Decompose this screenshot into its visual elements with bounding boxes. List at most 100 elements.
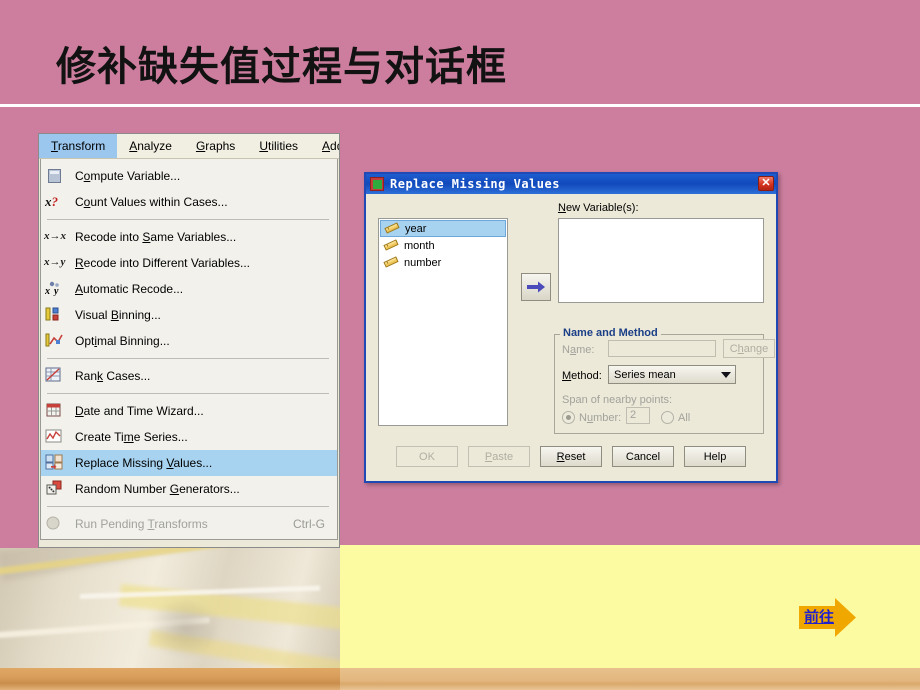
spss-app-icon <box>370 177 384 191</box>
new-variables-list[interactable] <box>558 218 764 303</box>
new-variables-label: New Variable(s): <box>558 202 639 214</box>
help-button[interactable]: Help <box>684 446 746 467</box>
method-dropdown[interactable]: Series mean <box>608 365 736 384</box>
paper-stack-photo <box>0 548 340 690</box>
replace-missing-values-icon <box>45 454 67 472</box>
span-number-input: 2 <box>626 407 650 424</box>
menubar-utilities-label: tilities <box>267 139 298 153</box>
menu-item-date-time-wizard[interactable]: Date and Time Wizard... <box>41 398 337 424</box>
list-item[interactable]: number <box>380 254 506 271</box>
menu-item-label: Recode into Different Variables... <box>75 256 250 270</box>
reset-label-rest: eset <box>564 450 586 463</box>
replace-missing-values-dialog: Replace Missing Values ✕ year month numb… <box>364 172 778 483</box>
name-label: Name: <box>562 344 595 356</box>
menu-item-recode-different-variables[interactable]: x→y Recode into Different Variables... <box>41 250 337 276</box>
menu-item-random-number-generators[interactable]: Random Number Generators... <box>41 476 337 502</box>
list-item[interactable]: year <box>380 220 506 237</box>
variable-name: month <box>404 239 435 252</box>
menu-item-shortcut: Ctrl-G <box>293 517 325 531</box>
method-label: Method: <box>562 370 602 382</box>
photo-shadow <box>150 598 220 658</box>
photo-wood-band <box>0 668 340 690</box>
variable-name: number <box>404 256 442 269</box>
menu-item-automatic-recode[interactable]: x y Automatic Recode... <box>41 276 337 302</box>
ok-button: OK <box>396 446 458 467</box>
page-title: 修补缺失值过程与对话框 <box>56 43 507 90</box>
menu-separator <box>47 393 329 394</box>
right-arrow-icon <box>527 281 545 293</box>
scale-variable-icon <box>384 221 400 235</box>
menubar-item-utilities[interactable]: Utilities <box>247 134 310 158</box>
dialog-body: year month number New Variable(s): Name … <box>366 194 776 481</box>
recode-same-icon: x→x <box>44 230 66 242</box>
menu-item-label: Recode into Same Variables... <box>75 230 237 244</box>
menu-item-label: Compute Variable... <box>75 169 181 183</box>
calculator-icon <box>45 167 67 185</box>
date-time-wizard-icon <box>45 402 67 420</box>
radio-all: All <box>661 411 690 424</box>
scale-variable-icon <box>383 255 399 269</box>
menu-item-visual-binning[interactable]: Visual Binning... <box>41 302 337 328</box>
count-values-icon: x? <box>45 194 58 209</box>
goto-link[interactable]: 前往 <box>799 598 857 638</box>
menu-separator <box>47 219 329 220</box>
menubar-item-transform[interactable]: Transform <box>39 134 118 158</box>
cancel-button[interactable]: Cancel <box>612 446 674 467</box>
dialog-title: Replace Missing Values <box>390 177 560 191</box>
paste-label-rest: aste <box>492 450 514 463</box>
goto-label: 前往 <box>804 608 835 626</box>
menu-item-label: Random Number Generators... <box>75 482 240 496</box>
recode-different-icon: x→y <box>44 256 66 268</box>
menu-item-label: Count Values within Cases... <box>75 195 228 209</box>
menu-item-optimal-binning[interactable]: Optimal Binning... <box>41 328 337 354</box>
variable-name: year <box>405 222 427 235</box>
svg-text:y: y <box>53 286 59 296</box>
create-time-series-icon <box>45 428 67 446</box>
menubar-item-analyze[interactable]: Analyze <box>117 134 184 158</box>
menubar-transform-label: ransform <box>57 139 106 153</box>
menu-item-run-pending-transforms: Run Pending Transforms Ctrl-G <box>41 511 337 537</box>
span-label: Span of nearby points: <box>562 394 673 406</box>
menubar-item-add[interactable]: Add <box>310 134 339 158</box>
menu-item-replace-missing-values[interactable]: Replace Missing Values... <box>41 450 337 476</box>
radio-all-button <box>661 411 674 424</box>
source-variable-list[interactable]: year month number <box>378 218 508 426</box>
scale-variable-icon <box>383 238 399 252</box>
random-number-generators-icon <box>45 480 67 498</box>
menubar: Transform Analyze Graphs Utilities Add <box>39 134 339 159</box>
close-icon[interactable]: ✕ <box>758 176 774 191</box>
menu-item-label: Date and Time Wizard... <box>75 404 204 418</box>
radio-all-label: All <box>678 411 691 424</box>
menubar-item-graphs[interactable]: Graphs <box>184 134 247 158</box>
bottom-accent-band <box>340 668 920 690</box>
dialog-button-row: OK Paste Reset Cancel Help <box>366 446 776 467</box>
menu-item-label: Visual Binning... <box>75 308 161 322</box>
menubar-transform-key: T <box>51 139 58 153</box>
reset-button[interactable]: Reset <box>540 446 602 467</box>
run-pending-transforms-icon <box>45 515 67 533</box>
menubar-analyze-label: nalyze <box>137 139 172 153</box>
menubar-add-label: dd <box>330 139 339 153</box>
transfer-variable-button[interactable] <box>521 273 551 301</box>
menu-item-create-time-series[interactable]: Create Time Series... <box>41 424 337 450</box>
list-item[interactable]: month <box>380 237 506 254</box>
paste-button: Paste <box>468 446 530 467</box>
menu-item-label: Optimal Binning... <box>75 334 170 348</box>
menu-item-recode-same-variables[interactable]: x→x Recode into Same Variables... <box>41 224 337 250</box>
name-input[interactable] <box>608 340 716 357</box>
spss-window: Transform Analyze Graphs Utilities Add C… <box>38 133 340 548</box>
menubar-graphs-key: G <box>195 139 206 153</box>
menu-item-rank-cases[interactable]: Rank Cases... <box>41 363 337 389</box>
radio-number: Number: <box>562 411 621 424</box>
visual-binning-icon <box>45 306 67 324</box>
menu-item-compute-variable[interactable]: Compute Variable... <box>41 163 337 189</box>
svg-text:x: x <box>45 286 50 296</box>
menubar-add-key: A <box>322 139 331 153</box>
menu-item-label: Replace Missing Values... <box>75 456 213 470</box>
title-divider <box>0 104 920 107</box>
radio-number-button <box>562 411 575 424</box>
change-button: Ch ange <box>723 339 775 358</box>
menubar-graphs-label: raphs <box>205 139 236 153</box>
menu-item-count-values[interactable]: x? Count Values within Cases... <box>41 189 337 215</box>
transform-menu-dropdown: Compute Variable... x? Count Values with… <box>40 159 338 540</box>
